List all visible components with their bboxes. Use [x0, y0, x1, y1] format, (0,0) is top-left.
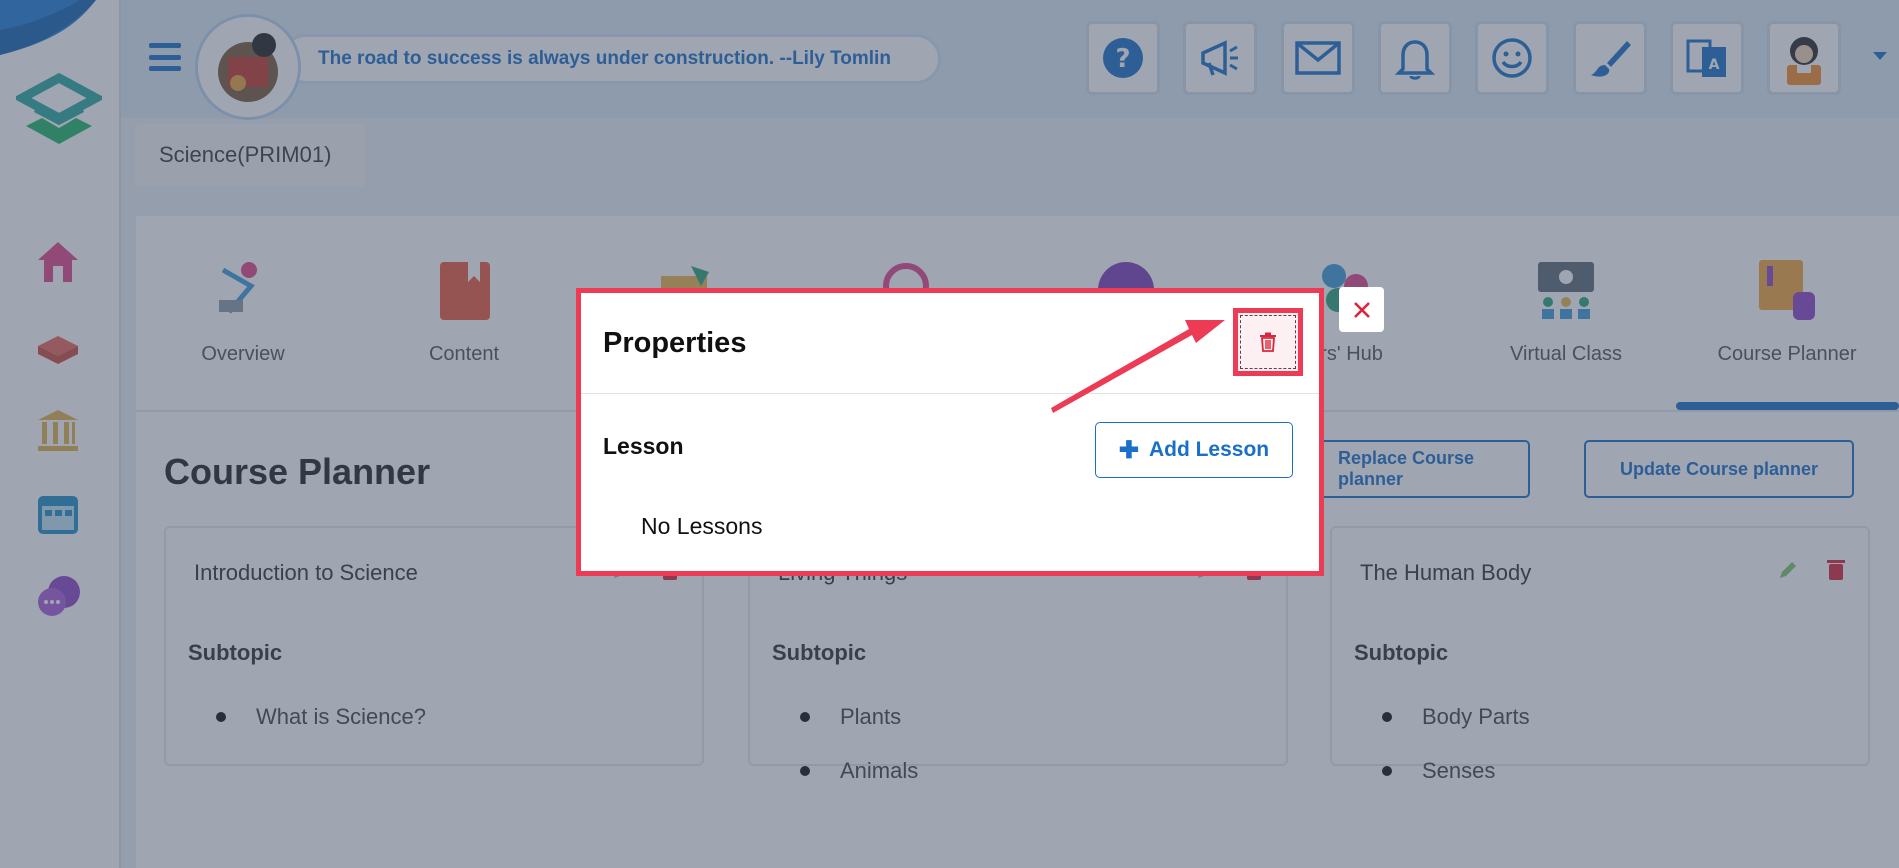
empty-lessons-message: No Lessons — [641, 513, 763, 539]
lesson-heading: Lesson — [603, 433, 684, 459]
trash-icon — [1260, 332, 1276, 352]
properties-modal: Properties Lesson ✚ Add Lesson No Lesson… — [576, 288, 1324, 576]
modal-title: Properties — [603, 327, 747, 359]
delete-button-focus-ring — [1240, 315, 1296, 369]
close-icon — [1353, 301, 1370, 318]
add-lesson-label: Add Lesson — [1148, 438, 1270, 461]
close-modal-button[interactable] — [1339, 287, 1384, 332]
add-lesson-button[interactable]: ✚ Add Lesson — [1095, 422, 1293, 478]
delete-button[interactable] — [1233, 308, 1303, 376]
modal-header: Properties — [581, 293, 1319, 394]
plus-icon: ✚ — [1118, 436, 1139, 464]
